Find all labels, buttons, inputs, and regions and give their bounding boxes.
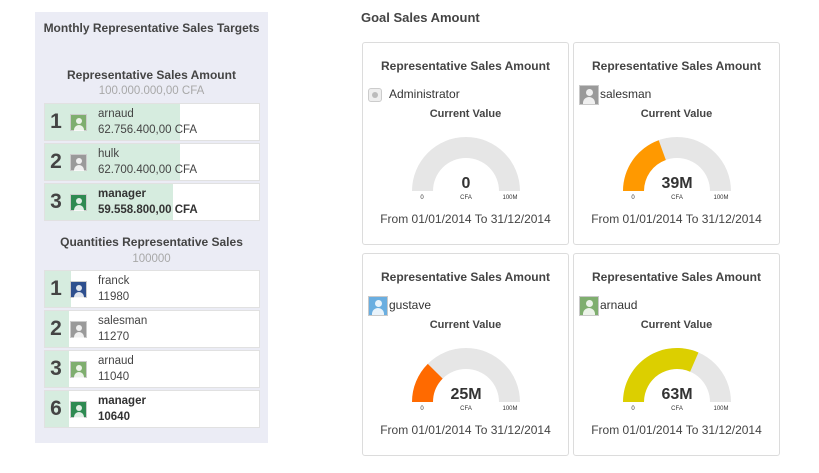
gauge-chart: 39M CFA 0 100M [623, 137, 731, 201]
date-range: From 01/01/2014 To 31/12/2014 [591, 423, 762, 437]
gauge-max: 100M [713, 406, 728, 412]
user-avatar-icon [70, 401, 87, 418]
date-range: From 01/01/2014 To 31/12/2014 [380, 212, 551, 226]
amount-rank-row[interactable]: 1 arnaud 62.756.400,00 CFA [44, 103, 260, 141]
date-range: From 01/01/2014 To 31/12/2014 [591, 212, 762, 226]
gauge-unit: CFA [460, 195, 472, 201]
admin-icon [368, 88, 382, 102]
quantity-rank-row[interactable]: 3 arnaud 11040 [44, 350, 260, 388]
rep-name: franck [98, 275, 130, 287]
card-title: Representative Sales Amount [592, 59, 761, 73]
rank-number: 6 [50, 397, 62, 420]
user-avatar-icon [70, 154, 87, 171]
goal-card: Representative Sales Amount arnaud Curre… [573, 253, 780, 456]
gauge-value: 25M [450, 386, 481, 403]
gauge-max: 100M [713, 195, 728, 201]
quantity-rank-row[interactable]: 2 salesman 11270 [44, 310, 260, 348]
rep-name: manager [98, 188, 146, 200]
gauge-fill [623, 140, 666, 191]
user-avatar-icon [368, 296, 388, 316]
user-avatar-icon [70, 114, 87, 131]
gauge-chart: 25M CFA 0 100M [412, 348, 520, 412]
rep-value: 62.756.400,00 CFA [98, 124, 198, 136]
rank-number: 2 [50, 150, 62, 173]
amount-target: 100.000.000,00 CFA [98, 85, 205, 97]
quantity-section-title: Quantities Representative Sales [60, 235, 243, 249]
rep-name: manager [98, 395, 146, 407]
gauge-value: 0 [462, 175, 471, 192]
gauge-chart: 63M CFA 0 100M [623, 348, 731, 412]
rank-number: 2 [50, 317, 62, 340]
date-range: From 01/01/2014 To 31/12/2014 [380, 423, 551, 437]
current-value-label: Current Value [640, 319, 713, 331]
gauge-min: 0 [631, 195, 635, 201]
goal-card: Representative Sales Amount Administrato… [362, 42, 569, 245]
gauge-unit: CFA [460, 406, 472, 412]
card-user-name: gustave [389, 298, 432, 312]
card-user-name: Administrator [389, 87, 460, 101]
gauge-chart: 0 CFA 0 100M [412, 137, 520, 201]
rep-name: arnaud [98, 355, 134, 367]
amount-rank-row[interactable]: 2 hulk 62.700.400,00 CFA [44, 143, 260, 181]
gauge-min: 0 [631, 406, 635, 412]
rep-value: 10640 [98, 411, 130, 423]
rep-value: 11040 [98, 371, 130, 383]
rep-value: 11980 [98, 291, 130, 303]
rep-value: 11270 [98, 331, 130, 343]
goal-card: Representative Sales Amount gustave Curr… [362, 253, 569, 456]
rep-name: hulk [98, 148, 120, 160]
user-avatar-icon [70, 281, 87, 298]
gauge-max: 100M [502, 195, 517, 201]
amount-section-title: Representative Sales Amount [67, 68, 236, 82]
gauge-value: 39M [661, 175, 692, 192]
user-avatar-icon [70, 194, 87, 211]
gauge-min: 0 [420, 406, 424, 412]
rep-name: salesman [98, 315, 148, 327]
gauge-min: 0 [420, 195, 424, 201]
current-value-label: Current Value [429, 108, 502, 120]
gauge-unit: CFA [671, 406, 683, 412]
panel-title: Monthly Representative Sales Targets [43, 21, 260, 35]
user-avatar-icon [579, 296, 599, 316]
rep-name: arnaud [98, 108, 134, 120]
user-avatar-icon [70, 321, 87, 338]
rep-value: 59.558.800,00 CFA [98, 204, 198, 216]
card-title: Representative Sales Amount [592, 270, 761, 284]
gauge-unit: CFA [671, 195, 683, 201]
rank-number: 3 [50, 190, 62, 213]
rank-number: 3 [50, 357, 62, 380]
goal-section-title: Goal Sales Amount [361, 10, 480, 25]
quantity-rank-row[interactable]: 1 franck 11980 [44, 270, 260, 308]
card-user-name: arnaud [600, 298, 638, 312]
amount-rank-row[interactable]: 3 manager 59.558.800,00 CFA [44, 183, 260, 221]
current-value-label: Current Value [429, 319, 502, 331]
rep-value: 62.700.400,00 CFA [98, 164, 198, 176]
monthly-targets-panel: Monthly Representative Sales Targets Rep… [35, 12, 268, 443]
rank-number: 1 [50, 277, 62, 300]
card-title: Representative Sales Amount [381, 270, 550, 284]
user-avatar-icon [579, 85, 599, 105]
gauge-value: 63M [661, 386, 692, 403]
rank-number: 1 [50, 110, 62, 133]
card-user-name: salesman [600, 87, 652, 101]
quantity-target: 100000 [132, 253, 171, 265]
user-avatar-icon [70, 361, 87, 378]
quantity-rank-row[interactable]: 6 manager 10640 [44, 390, 260, 428]
goal-card: Representative Sales Amount salesman Cur… [573, 42, 780, 245]
gauge-max: 100M [502, 406, 517, 412]
card-title: Representative Sales Amount [381, 59, 550, 73]
current-value-label: Current Value [640, 108, 713, 120]
